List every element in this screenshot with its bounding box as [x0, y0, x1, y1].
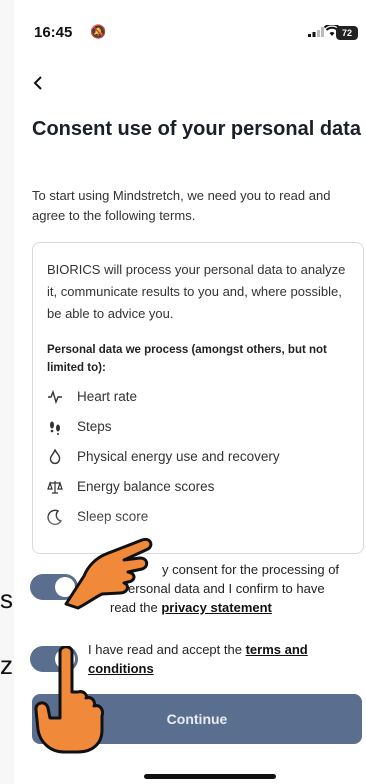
- list-item-label: Energy balance scores: [77, 479, 215, 494]
- pointing-hand-icon: [64, 537, 153, 610]
- terms-consent-prefix: I have read and accept the: [88, 642, 242, 657]
- list-item: Steps: [47, 415, 351, 445]
- status-time: 16:45: [34, 24, 73, 41]
- list-item: Energy balance scores: [47, 475, 351, 505]
- data-heading: Personal data we process (amongst others…: [47, 344, 327, 374]
- page-title: Consent use of your personal data: [32, 118, 361, 140]
- edge-letter-z: z: [0, 650, 13, 680]
- list-item-label: Heart rate: [77, 389, 138, 404]
- back-button[interactable]: [32, 74, 52, 98]
- status-bar: 16:45 🔕 72: [14, 20, 366, 50]
- home-indicator: [144, 774, 276, 779]
- list-item: Physical energy use and recovery: [47, 445, 351, 475]
- heart-rate-icon: [48, 389, 62, 405]
- chevron-left-icon: [33, 76, 42, 90]
- list-item: Heart rate: [47, 385, 351, 415]
- terms-intro-text: BIORICS will process your personal data …: [47, 262, 346, 321]
- terms-consent-text: I have read and accept the terms and con…: [88, 640, 358, 678]
- pointing-hand-icon: [34, 646, 104, 754]
- energy-icon: [49, 449, 61, 465]
- edge-letter-s: s: [0, 584, 13, 614]
- silent-bell-icon: 🔕: [90, 24, 107, 39]
- intro-text: To start using Mindstretch, we need you …: [32, 188, 331, 223]
- list-item-label: Physical energy use and recovery: [77, 449, 280, 464]
- balance-icon: [47, 481, 63, 494]
- signal-icon: [308, 27, 324, 37]
- terms-scroll-box[interactable]: BIORICS will process your personal data …: [32, 242, 364, 554]
- battery-icon: 72: [336, 26, 358, 40]
- steps-icon: [50, 421, 60, 435]
- privacy-statement-link[interactable]: privacy statement: [161, 600, 272, 615]
- list-item-label: Steps: [77, 419, 112, 434]
